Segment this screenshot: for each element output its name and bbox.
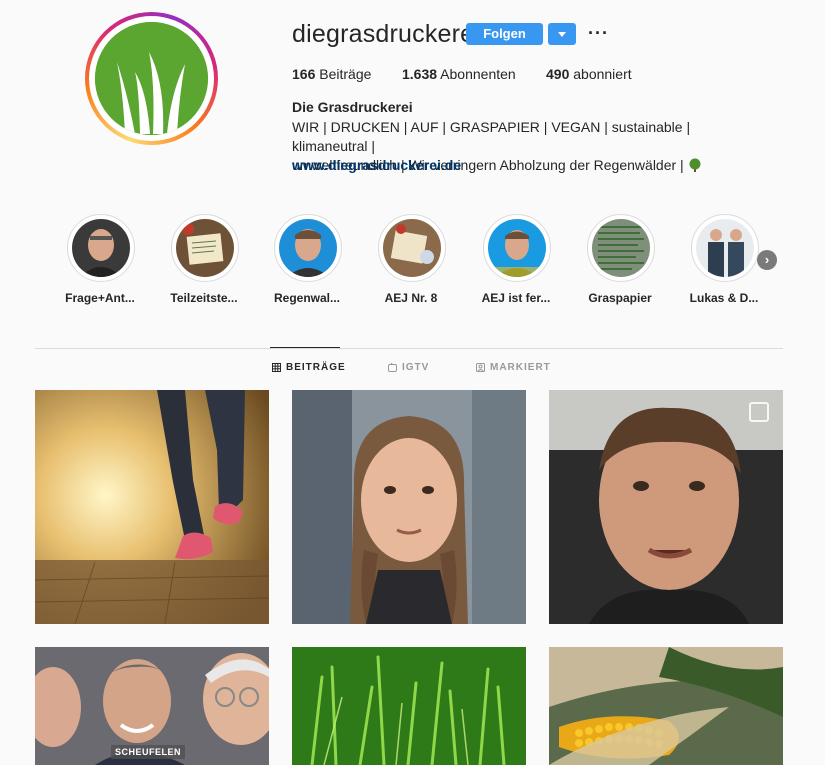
post-image (549, 647, 783, 765)
followers-count[interactable]: 1.638 Abonnenten (402, 66, 516, 82)
highlight-cover (488, 219, 546, 277)
post-thumbnail[interactable] (292, 647, 526, 765)
post-thumbnail[interactable] (549, 390, 783, 624)
tree-icon (689, 158, 701, 172)
highlight-cover (176, 219, 234, 277)
tabs-divider (35, 348, 783, 349)
bio-name: Die Grasdruckerei (292, 99, 413, 115)
post-thumbnail[interactable] (549, 647, 783, 765)
tagged-icon (476, 363, 485, 372)
website-link[interactable]: www.diegrasdruckerei.de (292, 157, 461, 173)
tab-tagged[interactable]: MARKIERT (476, 362, 551, 373)
highlight-cover (279, 219, 337, 277)
grid-icon (272, 363, 281, 372)
highlights-next-button[interactable]: › (757, 250, 777, 270)
chevron-right-icon: › (764, 252, 770, 267)
post-image (292, 390, 526, 624)
chevron-down-icon (558, 32, 566, 37)
tab-igtv[interactable]: IGTV (388, 362, 429, 373)
posts-count: 166 Beiträge (292, 66, 372, 82)
post-thumbnail[interactable] (35, 390, 269, 624)
suggestions-dropdown-button[interactable] (548, 23, 576, 45)
profile-avatar[interactable] (85, 12, 218, 145)
highlight-cover (383, 219, 441, 277)
active-tab-indicator (270, 347, 340, 348)
profile-username: diegrasdruckerei (292, 20, 481, 48)
igtv-icon (388, 363, 397, 372)
post-thumbnail[interactable]: SCHEUFELEN (35, 647, 269, 765)
highlight-cover (696, 219, 754, 277)
post-thumbnail[interactable] (292, 390, 526, 624)
follow-button[interactable]: Folgen (466, 23, 543, 45)
igtv-badge-icon (749, 402, 769, 422)
post-image (35, 390, 269, 624)
post-image (292, 647, 526, 765)
more-options-button[interactable]: ··· (588, 22, 609, 44)
following-count[interactable]: 490 abonniert (546, 66, 632, 82)
tab-posts[interactable]: BEITRÄGE (272, 362, 346, 373)
post-overlay-text: SCHEUFELEN (111, 745, 186, 759)
grasdruckerei-logo (95, 22, 208, 135)
highlight-cover (72, 219, 130, 277)
highlight-cover (592, 219, 650, 277)
post-image (549, 390, 783, 624)
